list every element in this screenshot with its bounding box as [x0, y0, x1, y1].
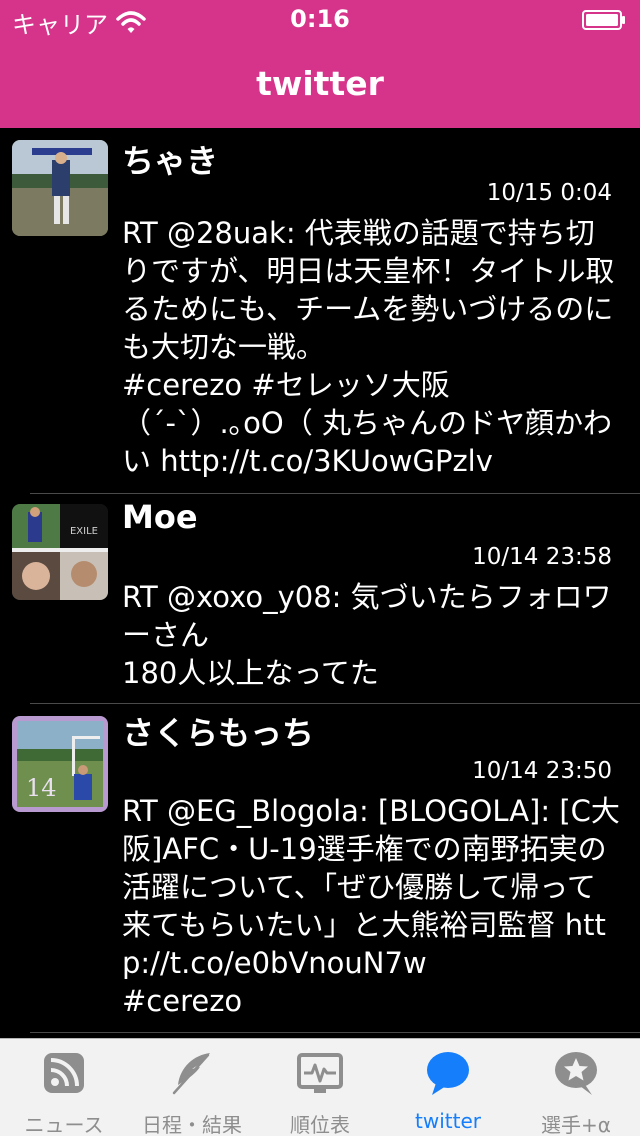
- tweet-list[interactable]: ちゃき 10/15 0:04 RT @28uak: 代表戦の話題で持ち切りですが…: [0, 128, 640, 1038]
- tweet-text: RT @EG_Blogola: [BLOGOLA]: [C大阪]AFC・U-19…: [122, 794, 620, 1018]
- tab-news[interactable]: ニュース: [0, 1039, 128, 1136]
- tweet-author-name: Moe: [122, 498, 198, 536]
- tab-standings[interactable]: 順位表: [256, 1039, 384, 1136]
- tab-standings-label: 順位表: [290, 1113, 350, 1136]
- tab-news-label: ニュース: [24, 1113, 104, 1136]
- tweet-timestamp: 10/14 23:58: [472, 544, 612, 570]
- tab-twitter-label: twitter: [415, 1109, 481, 1133]
- app-screen: キャリア 0:16 twitter ちゃき 10/15 0:04 RT @28u…: [0, 0, 640, 1136]
- avatar[interactable]: EXILE: [12, 504, 108, 600]
- tweet-author-name: さくらもっち: [122, 714, 315, 752]
- tweet-timestamp: 10/14 23:50: [472, 758, 612, 784]
- svg-text:14: 14: [26, 774, 57, 802]
- svg-text:EXILE: EXILE: [70, 526, 98, 537]
- tab-schedule[interactable]: 日程・結果: [128, 1039, 256, 1136]
- status-bar: キャリア 0:16: [0, 0, 640, 40]
- page-title: twitter: [256, 64, 384, 103]
- feather-icon: [172, 1053, 210, 1095]
- tab-twitter[interactable]: twitter: [384, 1039, 512, 1136]
- battery-icon: [582, 10, 625, 30]
- tab-schedule-label: 日程・結果: [142, 1113, 242, 1136]
- avatar-image: [12, 140, 108, 236]
- tab-bar: ニュース 日程・結果 順位表 twitter 選手+α: [0, 1038, 640, 1136]
- tweet-text: RT @xoxo_y08: 気づいたらフォロワーさん 180人以上なってた: [122, 580, 612, 690]
- navigation-bar: twitter: [0, 40, 640, 128]
- tweet-author-name: ちゃき: [122, 142, 219, 180]
- tab-players[interactable]: 選手+α: [512, 1039, 640, 1136]
- tab-players-label: 選手+α: [541, 1113, 611, 1136]
- tweet-item[interactable]: 14 さくらもっち 10/14 23:50 RT @EG_Blogola: [B…: [0, 704, 640, 1034]
- tweet-timestamp: 10/15 0:04: [486, 180, 612, 206]
- avatar-image: EXILE: [12, 504, 108, 600]
- speech-bubble-icon: [427, 1052, 469, 1095]
- tweet-text: RT @28uak: 代表戦の話題で持ち切りですが、明日は天皇杯！タイトル取るた…: [122, 216, 615, 478]
- star-bubble-icon: [555, 1052, 597, 1095]
- status-time: 0:16: [290, 5, 350, 33]
- avatar[interactable]: 14: [12, 716, 108, 812]
- tweet-item[interactable]: ちゃき 10/15 0:04 RT @28uak: 代表戦の話題で持ち切りですが…: [0, 128, 640, 495]
- monitor-icon: [297, 1053, 343, 1093]
- avatar[interactable]: [12, 140, 108, 236]
- row-separator: [30, 1032, 640, 1033]
- avatar-image: 14: [12, 716, 108, 812]
- tweet-item[interactable]: EXILE Moe 10/14 23:58 RT @xoxo_y08: 気づいた…: [0, 494, 640, 704]
- rss-icon: [44, 1053, 84, 1093]
